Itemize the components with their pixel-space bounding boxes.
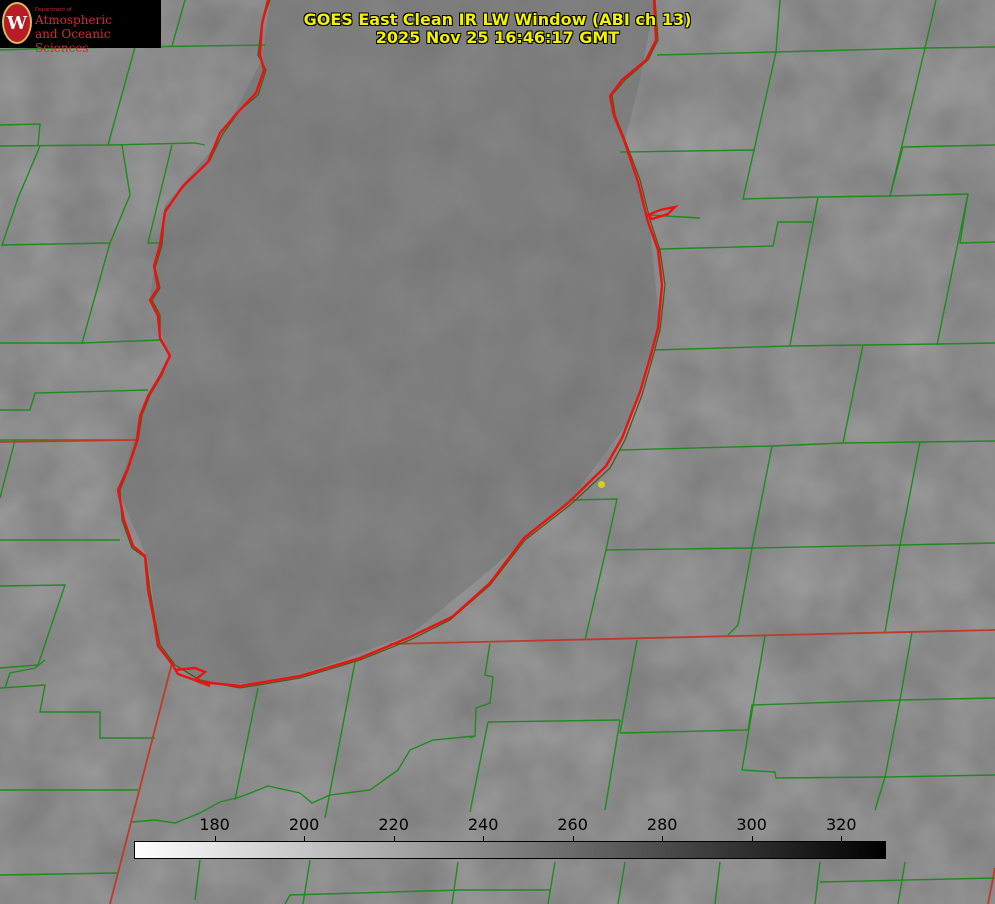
title-timestamp: 2025 Nov 25 16:46:17 GMT (375, 28, 620, 47)
colorbar-tick-mark (662, 836, 664, 841)
colorbar-tick-mark (214, 836, 216, 841)
map-layer (0, 0, 995, 904)
colorbar-tick-mark (751, 836, 753, 841)
satellite-image-viewer: W Department of Atmospheric and Oceanic … (0, 0, 995, 904)
colorbar-tick-label: 260 (557, 815, 588, 834)
colorbar-tick-label: 200 (288, 815, 320, 834)
colorbar-tick-label: 220 (378, 815, 409, 834)
colorbar-tick-label: 180 (199, 815, 230, 834)
colorbar-tick-label: 280 (646, 815, 678, 834)
colorbar-tick-mark (483, 836, 485, 841)
colorbar-tick-label: 240 (467, 815, 499, 834)
colorbar-tick-mark (304, 836, 306, 841)
colorbar-tick-mark (841, 836, 843, 841)
title-product: GOES East Clean IR LW Window (ABI ch 13) (303, 10, 692, 29)
colorbar-tick-label: 300 (736, 815, 767, 834)
image-title: GOES East Clean IR LW Window (ABI ch 13)… (0, 11, 995, 47)
colorbar-tick-mark (572, 836, 574, 841)
station-marker (598, 481, 605, 488)
colorbar-tick-label: 320 (825, 815, 857, 834)
colorbar (134, 841, 886, 859)
colorbar-tick-mark (393, 836, 395, 841)
